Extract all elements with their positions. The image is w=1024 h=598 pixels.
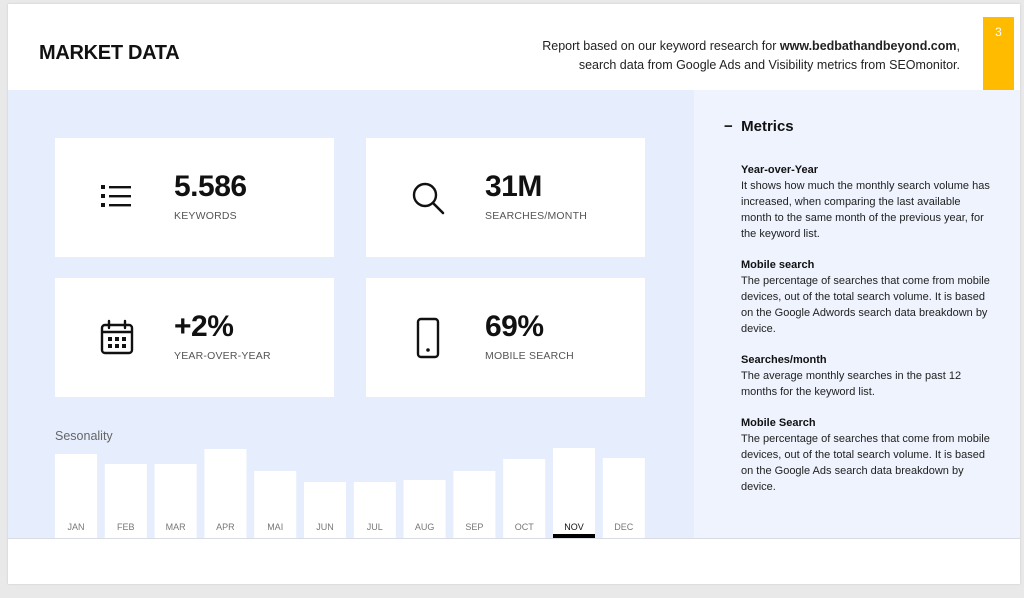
metric-title: Mobile search bbox=[741, 259, 815, 271]
month-label-jun: JUN bbox=[316, 522, 334, 532]
subtitle-prefix: Report based on our keyword research for bbox=[542, 39, 780, 53]
metric-text: The average monthly searches in the past… bbox=[741, 370, 962, 398]
collapse-dash-icon: − bbox=[724, 118, 733, 135]
metric-text: The percentage of searches that come fro… bbox=[741, 275, 990, 335]
metric-title: Searches/month bbox=[741, 354, 827, 366]
metric-definition: Mobile search The percentage of searches… bbox=[741, 257, 991, 337]
month-label-jan: JAN bbox=[67, 522, 84, 532]
subtitle-line2: search data from Google Ads and Visibili… bbox=[578, 58, 960, 72]
metric-title: Year-over-Year bbox=[741, 164, 819, 176]
month-label-mar: MAR bbox=[166, 522, 187, 532]
footer bbox=[8, 538, 1020, 584]
month-label-jul: JUL bbox=[367, 522, 383, 532]
metrics-panel: − Metrics Year-over-Year It shows how mu… bbox=[694, 90, 1020, 538]
metric-definition: Mobile Search The percentage of searches… bbox=[741, 415, 991, 495]
slide: MARKET DATA Report based on our keyword … bbox=[8, 4, 1020, 584]
page-number-tab: 3 bbox=[983, 17, 1014, 90]
header: MARKET DATA Report based on our keyword … bbox=[8, 4, 1020, 90]
month-label-oct: OCT bbox=[515, 522, 535, 532]
seasonality-chart: JAN FEB MAR APR MAI JUN JUL AUG SEP OCT NOV DEC bbox=[55, 448, 645, 538]
subtitle-domain: www.bedbathandbeyond.com bbox=[779, 39, 957, 53]
month-label-dec: DEC bbox=[614, 522, 634, 532]
report-description: Report based on our keyword research for… bbox=[490, 37, 960, 75]
page-title: MARKET DATA bbox=[39, 42, 180, 64]
metrics-heading-text: Metrics bbox=[741, 118, 794, 135]
month-label-nov: NOV bbox=[564, 522, 584, 532]
metric-definition: Year-over-Year It shows how much the mon… bbox=[741, 162, 991, 242]
month-label-apr: APR bbox=[216, 522, 235, 532]
metric-text: The percentage of searches that come fro… bbox=[741, 433, 990, 493]
page-number: 3 bbox=[995, 25, 1002, 39]
metric-definition: Searches/month The average monthly searc… bbox=[741, 352, 991, 400]
month-label-aug: AUG bbox=[415, 522, 435, 532]
month-label-sep: SEP bbox=[465, 522, 483, 532]
subtitle-suffix: , bbox=[956, 39, 960, 53]
metric-text: It shows how much the monthly search vol… bbox=[741, 180, 990, 240]
month-label-feb: FEB bbox=[117, 522, 135, 532]
metrics-heading: − Metrics bbox=[724, 118, 794, 135]
main-panel: 5.586 KEYWORDS 31M SEARCHES/MONTH +2% YE… bbox=[8, 90, 694, 538]
metric-title: Mobile Search bbox=[741, 417, 816, 429]
month-label-mai: MAI bbox=[267, 522, 283, 532]
